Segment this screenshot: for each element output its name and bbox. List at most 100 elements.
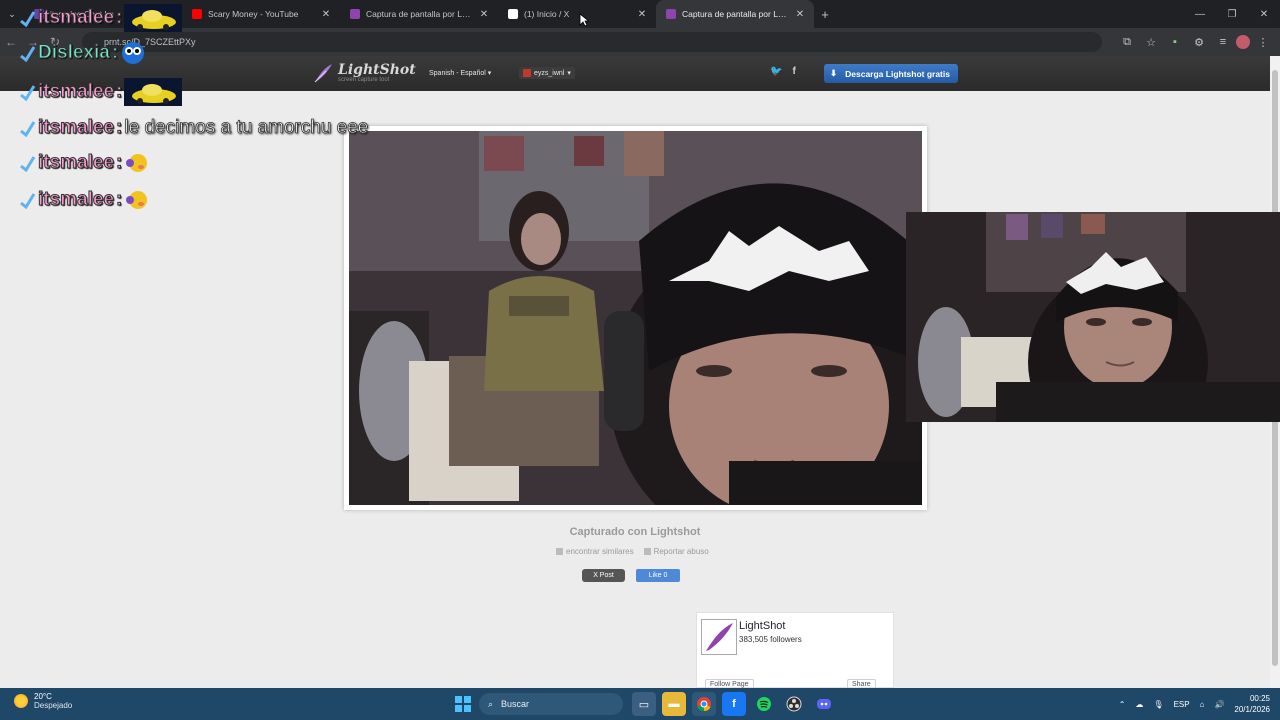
taskbar-search[interactable]: ⌕ Buscar [479,693,623,715]
window-controls: — ❐ ✕ [1184,0,1280,28]
download-label: Descarga Lightshot gratis [845,68,950,79]
weather-widget[interactable]: 20°C Despejado [14,692,72,710]
facebook-page-widget: LightShot 383,505 followers Follow Page … [696,612,894,690]
weather-condition: Despejado [34,701,73,710]
install-app-icon[interactable]: ⧉ [1116,31,1138,53]
chat-colon: : [111,42,119,64]
toolbar-actions: ⧉ ☆ ▪ ⚙ ≡ ⋮ [1116,28,1274,56]
find-similar-link[interactable]: encontrar similares [556,547,634,556]
address-bar[interactable]: prnt.sc/D_7SCZEttPXy [82,32,1102,52]
lightshot-logo[interactable]: LightShot screen capture tool [312,62,416,84]
language-label: Spanish - Español [429,70,486,77]
microphone-icon[interactable]: 🎙 [1153,700,1163,709]
chat-text: le decimos a tu amorchu eee [124,117,369,139]
language-selector[interactable]: Spanish - Español ▾ [429,69,491,77]
system-tray: ⌃ ☁ 🎙 ESP ⌂ 🔊 00:25 20/1/2026 [1119,688,1270,720]
fb-page-name[interactable]: LightShot [739,620,785,632]
clock-date: 20/1/2026 [1234,705,1270,714]
browser-tab-bar: ⌄ itsmalee Chat Lo ✕ Scary Money - YouTu… [0,0,1280,28]
chat-username: itsmalee [37,117,115,139]
chat-username: itsmalee [37,7,115,29]
brand-tagline: screen capture tool [338,76,390,83]
tab-title: Captura de pantalla por Lightsh [366,9,472,19]
spotify-logo-icon [757,697,771,711]
extensions-puzzle-icon[interactable]: ⚙ [1188,31,1210,53]
minimize-button[interactable]: — [1184,0,1216,28]
tab-4-active[interactable]: Captura de pantalla por Lightsh ✕ [656,0,814,28]
mouse-cursor-icon [579,13,589,27]
tab-3[interactable]: (1) Inicio / X ✕ [498,0,656,28]
profile-avatar-icon[interactable] [1236,35,1250,49]
menu-dots-icon[interactable]: ⋮ [1252,31,1274,53]
feather-logo-icon [314,64,332,83]
lightshot-header [0,56,1270,91]
cloud-sync-icon[interactable]: ☁ [1135,700,1143,709]
x-post-label: X Post [593,572,614,579]
file-explorer-icon[interactable]: ▬ [662,692,686,716]
chrome-logo-icon [697,697,711,712]
check-badge-icon [20,85,36,101]
facebook-icon[interactable]: f [792,66,795,77]
ghost-emote-icon [122,42,145,64]
chat-colon: : [116,152,123,174]
bookmark-star-icon[interactable]: ☆ [1140,31,1162,53]
sun-weather-icon [14,694,28,708]
report-abuse-link[interactable]: Reportar abuso [643,547,709,556]
tab-1[interactable]: Scary Money - YouTube ✕ [182,0,340,28]
tab-close-icon[interactable]: ✕ [794,9,806,20]
extension-icon[interactable]: ▪ [1164,31,1186,53]
input-language[interactable]: ESP [1174,700,1190,709]
volume-icon[interactable]: 🔊 [1214,700,1224,709]
user-menu[interactable]: eyzs_iwnl ▾ [519,67,575,79]
chat-message: itsmalee: [18,4,183,32]
chat-message: itsmalee: [18,151,150,175]
screen: ⌄ itsmalee Chat Lo ✕ Scary Money - YouTu… [0,0,1280,720]
facebook-app-icon[interactable]: f [722,692,746,716]
car-emote-icon [124,4,183,32]
social-links: 🐦 f [770,66,796,77]
chrome-icon[interactable] [692,692,716,716]
twitter-icon[interactable]: 🐦 [770,66,782,77]
obs-icon[interactable] [782,692,806,716]
lightshot-page-avatar[interactable] [701,619,737,655]
chat-colon: : [116,117,123,139]
tab-close-icon[interactable]: ✕ [478,9,490,20]
spotify-icon[interactable] [752,692,776,716]
chat-message: itsmalee: [18,188,150,212]
check-badge-icon [20,11,36,27]
tab-close-icon[interactable]: ✕ [320,9,332,20]
check-badge-icon [20,156,36,172]
reading-list-icon[interactable]: ≡ [1212,31,1234,53]
tab-close-icon[interactable]: ✕ [636,9,648,20]
check-badge-icon [20,46,36,62]
x-post-button[interactable]: X Post [582,569,625,582]
image-search-icon [556,548,563,555]
feather-logo-icon [706,623,733,651]
facebook-like-button[interactable]: Like 0 [636,569,680,582]
chat-message: itsmalee: le decimos a tu amorchu eee [18,117,369,139]
windows-start-icon[interactable] [455,696,471,712]
report-abuse-label: Reportar abuso [653,547,709,556]
temperature: 20°C [34,692,52,701]
network-icon[interactable]: ⌂ [1200,700,1205,709]
share-label: Share [852,681,871,688]
x-favicon-icon [508,9,518,19]
discord-icon[interactable] [812,692,836,716]
lightshot-favicon-icon [666,9,676,19]
youtube-favicon-icon [192,9,202,19]
blush-emote-icon [126,191,148,209]
clock[interactable]: 00:25 20/1/2026 [1234,693,1270,715]
close-window-button[interactable]: ✕ [1248,0,1280,28]
tab-title: Captura de pantalla por Lightsh [682,9,788,19]
chevron-up-icon[interactable]: ⌃ [1119,700,1126,709]
search-icon: ⌕ [488,698,494,709]
lightshot-favicon-icon [350,9,360,19]
tab-2[interactable]: Captura de pantalla por Lightsh ✕ [340,0,498,28]
new-tab-button[interactable]: + [814,0,836,28]
maximize-button[interactable]: ❐ [1216,0,1248,28]
webcam-overlay [906,212,1280,422]
download-lightshot-button[interactable]: ⬇ Descarga Lightshot gratis [824,64,958,83]
image-actions: encontrar similares Reportar abuso [556,547,709,556]
task-view-icon[interactable]: ▭ [632,692,656,716]
chat-username: itsmalee [37,81,115,103]
